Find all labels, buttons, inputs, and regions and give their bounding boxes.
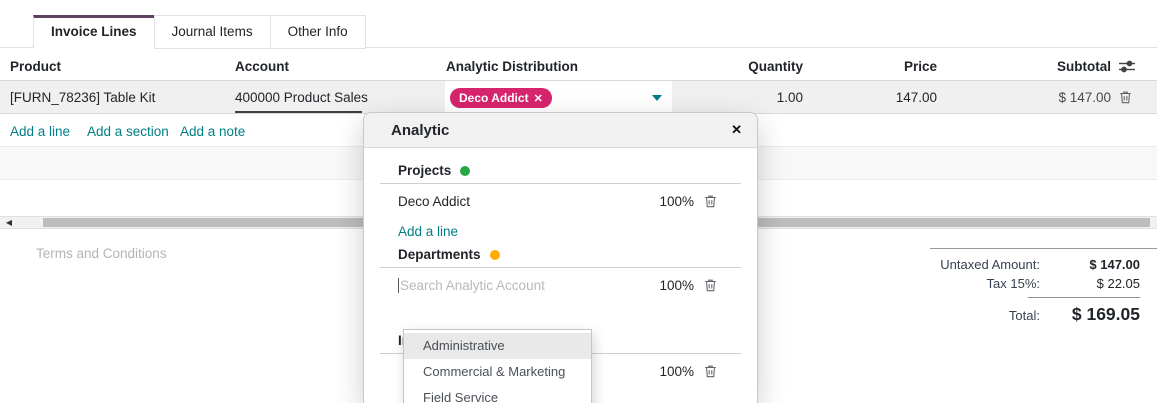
- add-a-section-link[interactable]: Add a section: [87, 124, 169, 139]
- text-cursor: [398, 278, 399, 293]
- totals-panel: Untaxed Amount: $ 147.00 Tax 15%: $ 22.0…: [930, 248, 1157, 328]
- search-placeholder: Search Analytic Account: [400, 278, 545, 293]
- add-a-note-link[interactable]: Add a note: [180, 124, 245, 139]
- status-dot-icon: [460, 166, 470, 176]
- tab-other-info[interactable]: Other Info: [270, 15, 366, 49]
- analytic-line-deco-addict: Deco Addict 100%: [398, 184, 741, 218]
- tabs: Invoice Lines Journal Items Other Info: [33, 15, 365, 49]
- total-label: Total:: [930, 304, 1040, 328]
- tax-row: Tax 15%: $ 22.05: [930, 274, 1157, 293]
- tax-label: Tax 15%:: [930, 274, 1040, 293]
- price-cell[interactable]: 147.00: [830, 90, 937, 105]
- dropdown-option-administrative[interactable]: Administrative: [404, 333, 591, 359]
- analytic-account-dropdown: Administrative Commercial & Marketing Fi…: [403, 329, 592, 403]
- dropdown-option-commercial-marketing[interactable]: Commercial & Marketing: [404, 359, 591, 385]
- invoice-lines-header: Product Account Analytic Distribution Qu…: [0, 52, 1157, 81]
- analytic-tag[interactable]: Deco Addict✕: [450, 88, 552, 108]
- totals-divider: [1028, 297, 1140, 298]
- untaxed-amount-label: Untaxed Amount:: [930, 255, 1040, 274]
- total-row: Total: $ 169.05: [930, 302, 1157, 328]
- tab-invoice-lines[interactable]: Invoice Lines: [33, 15, 155, 49]
- account-cell[interactable]: 400000 Product Sales: [235, 90, 368, 105]
- col-price: Price: [830, 59, 937, 74]
- table-row[interactable]: [FURN_78236] Table Kit 400000 Product Sa…: [0, 81, 1157, 114]
- tab-journal-items[interactable]: Journal Items: [154, 15, 271, 49]
- col-account: Account: [235, 59, 289, 74]
- optional-columns-icon[interactable]: [1119, 60, 1135, 73]
- col-product: Product: [10, 59, 61, 74]
- total-value: $ 169.05: [1040, 302, 1140, 326]
- percentage-field[interactable]: 100%: [659, 194, 694, 209]
- quantity-cell[interactable]: 1.00: [660, 90, 803, 105]
- percentage-field[interactable]: 100%: [659, 278, 694, 293]
- delete-analytic-line-icon[interactable]: [704, 194, 717, 208]
- analytic-popup-title: Analytic: [391, 122, 449, 139]
- search-analytic-account-input[interactable]: Search Analytic Account: [398, 278, 659, 293]
- notebook-tabbar: Invoice Lines Journal Items Other Info: [0, 15, 1157, 48]
- analytic-line-search: Search Analytic Account 100%: [398, 268, 741, 302]
- plan-header-departments: Departments: [398, 245, 741, 264]
- analytic-account-name[interactable]: Deco Addict: [398, 194, 659, 209]
- plan-header-projects: Projects: [398, 161, 741, 180]
- untaxed-amount-row: Untaxed Amount: $ 147.00: [930, 255, 1157, 274]
- analytic-popup-header: Analytic ✕: [364, 113, 757, 148]
- delete-analytic-line-icon[interactable]: [704, 364, 717, 378]
- status-dot-icon: [490, 250, 500, 260]
- untaxed-amount-value: $ 147.00: [1040, 255, 1140, 274]
- col-quantity: Quantity: [660, 59, 803, 74]
- product-cell[interactable]: [FURN_78236] Table Kit: [10, 90, 155, 105]
- delete-analytic-line-icon[interactable]: [704, 278, 717, 292]
- terms-and-conditions-field[interactable]: Terms and Conditions: [36, 246, 167, 261]
- close-icon[interactable]: ✕: [731, 122, 742, 138]
- dropdown-option-field-service[interactable]: Field Service: [404, 385, 591, 403]
- delete-line-icon[interactable]: [1119, 90, 1132, 104]
- percentage-field[interactable]: 100%: [659, 364, 694, 379]
- popup-add-a-line-link[interactable]: Add a line: [398, 218, 741, 245]
- scroll-left-arrow-icon[interactable]: ◀: [0, 217, 18, 228]
- account-field-underline: [235, 111, 362, 113]
- analytic-popup-body: Projects Deco Addict 100% Add a line Dep…: [364, 148, 757, 403]
- invoice-form-page: Invoice Lines Journal Items Other Info P…: [0, 0, 1157, 403]
- tag-remove-icon[interactable]: ✕: [534, 93, 543, 105]
- tax-value: $ 22.05: [1040, 274, 1140, 293]
- col-analytic-distribution: Analytic Distribution: [446, 59, 578, 74]
- col-subtotal: Subtotal: [960, 59, 1111, 74]
- analytic-popup: Analytic ✕ Projects Deco Addict 100% Add…: [363, 112, 758, 403]
- add-a-line-link[interactable]: Add a line: [10, 124, 70, 139]
- subtotal-cell: $ 147.00: [960, 90, 1111, 105]
